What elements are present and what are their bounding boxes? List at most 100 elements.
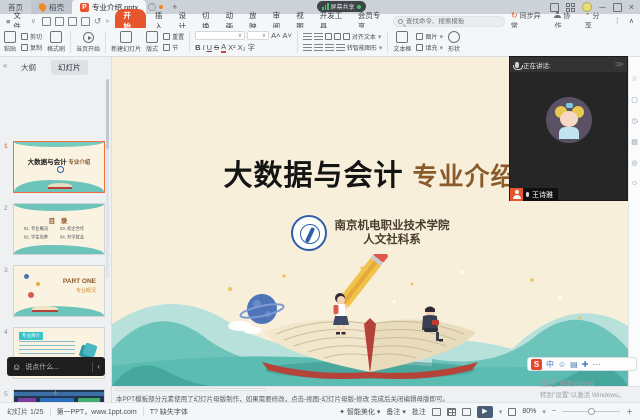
save-icon[interactable] — [42, 17, 51, 26]
shapes-button[interactable]: 形状 — [448, 31, 460, 53]
new-slide-button[interactable]: 新建幻灯片 — [111, 31, 141, 53]
ime-keyboard-icon[interactable]: ▤ — [570, 360, 578, 369]
fit-zoom-icon[interactable] — [508, 408, 516, 416]
tab-docer[interactable]: 稻壳 — [31, 0, 72, 14]
sidebar-doc-icon[interactable]: ▢ — [631, 96, 638, 104]
add-slide-button[interactable]: + — [0, 386, 111, 400]
textbox-button[interactable]: 文本框 — [393, 31, 411, 53]
smartart-button[interactable]: 转智能图形 — [347, 43, 377, 52]
reset-icon — [163, 33, 170, 40]
char-spacing-button[interactable]: 字 — [248, 42, 256, 53]
indent-decrease-icon[interactable] — [325, 33, 332, 40]
beautify-button[interactable]: ✦ 智能美化 ▾ — [339, 407, 380, 417]
export-icon[interactable] — [55, 17, 64, 26]
align-right-icon[interactable] — [325, 44, 334, 52]
sidebar-smiley-icon[interactable]: ☺ — [631, 180, 638, 187]
fill-button[interactable]: 填充▾ — [416, 43, 443, 52]
ime-toolbar[interactable]: S 中 ☺ ▤ ✚ ⋯ — [527, 357, 637, 371]
ime-toolbox-icon[interactable]: ✚ — [582, 360, 589, 369]
sidebar-bulb-icon[interactable]: ◎ — [631, 159, 637, 167]
ime-emoji-icon[interactable]: ☺ — [558, 360, 566, 369]
sidebar-card-icon[interactable]: ▤ — [631, 138, 638, 146]
picture-button[interactable]: 图片▾ — [416, 32, 443, 41]
slide-number: 2 — [4, 205, 8, 212]
meeting-video-tile[interactable]: 王诗雅 — [510, 72, 627, 201]
fold-chevrons-icon[interactable]: ≫ — [615, 59, 622, 70]
paste-button[interactable]: 粘贴 — [4, 31, 16, 53]
thumb-wave — [14, 204, 104, 211]
zoom-slider[interactable] — [562, 411, 620, 413]
sidebar-clock-icon[interactable]: ◷ — [631, 117, 637, 125]
layout-button[interactable]: 版式 — [146, 31, 158, 53]
section-button[interactable]: 节 — [163, 43, 184, 52]
tab-slides[interactable]: 幻灯片 — [51, 60, 88, 75]
ime-language-toggle[interactable]: 中 — [546, 359, 554, 370]
participant-avatar — [546, 97, 592, 143]
reset-button[interactable]: 重置 — [163, 32, 184, 41]
meeting-chat-bubble[interactable]: ☺ 说点什么... ‹ — [7, 357, 105, 376]
ime-logo-icon[interactable]: S — [531, 359, 542, 370]
zoom-in-button[interactable]: ＋ — [626, 407, 633, 417]
align-center-icon[interactable] — [314, 44, 323, 52]
preview-icon[interactable] — [81, 17, 90, 26]
cut-button[interactable]: 剪切 — [21, 32, 42, 41]
chat-collapse-icon[interactable]: ‹ — [97, 362, 100, 371]
slide-org-block[interactable]: 南京机电职业技术学院 人文社科系 — [112, 215, 628, 251]
format-painter-label: 格式刷 — [47, 44, 65, 53]
panel-scrollbar[interactable] — [106, 79, 109, 279]
play-slideshow-button[interactable]: ▶ — [477, 406, 493, 418]
search-input[interactable] — [406, 18, 500, 25]
print-icon[interactable] — [68, 17, 77, 26]
font-name-select[interactable]: ∨ — [195, 31, 245, 40]
font-color-button[interactable]: A — [221, 42, 226, 53]
textbox-label: 文本框 — [393, 44, 411, 53]
copy-button[interactable]: 复制 — [21, 43, 42, 52]
zoom-out-button[interactable]: − — [552, 408, 556, 415]
format-painter-button[interactable]: 格式刷 — [47, 31, 65, 53]
justify-icon[interactable] — [336, 44, 345, 52]
undo-icon[interactable]: ↺ — [94, 16, 102, 27]
sorter-view-icon[interactable] — [447, 408, 456, 416]
panel-collapse-icon[interactable]: « — [3, 61, 7, 70]
speaking-label: 正在讲话: — [523, 60, 551, 70]
slide-thumbnail-2[interactable]: 目 录 01. 专业概况03. 校企合作 02. 学生培养04. 升学就业 — [13, 203, 105, 255]
play-from-current-button[interactable]: 当页开始 — [76, 32, 100, 53]
italic-button[interactable]: I — [203, 43, 205, 52]
indent-increase-icon[interactable] — [334, 33, 341, 40]
tab-outline[interactable]: 大纲 — [14, 60, 43, 75]
missing-font-indicator[interactable]: T? 缺失字体 — [150, 407, 188, 417]
decrease-font-icon[interactable]: A˅ — [283, 31, 292, 40]
increase-font-icon[interactable]: A˄ — [271, 31, 280, 40]
slide-thumbnail-1[interactable]: 大数据与会计 专业介绍 — [13, 141, 105, 193]
horizontal-scrollbar[interactable] — [115, 388, 265, 391]
collapse-ribbon-icon[interactable]: ∧ — [629, 17, 634, 25]
underline-button[interactable]: U — [207, 43, 212, 52]
line-spacing-icon[interactable] — [343, 33, 350, 40]
zoom-slider-knob[interactable] — [588, 408, 595, 415]
chat-placeholder[interactable]: 说点什么... — [25, 362, 59, 372]
bullet-list-icon[interactable] — [303, 33, 312, 41]
emoji-icon[interactable]: ☺ — [12, 362, 21, 372]
zoom-level[interactable]: 80% — [522, 408, 536, 415]
superscript-button[interactable]: X² — [228, 43, 236, 52]
subscript-button[interactable]: X₂ — [238, 43, 246, 52]
sidebar-star-icon[interactable]: ☆ — [631, 75, 637, 83]
play-dropdown-icon[interactable]: ▾ — [499, 408, 503, 416]
command-search[interactable] — [393, 16, 505, 27]
align-text-button[interactable]: 对齐文本 — [352, 32, 376, 41]
more-menu-icon[interactable]: ⋮ — [614, 17, 621, 25]
slide-thumbnail-3[interactable]: PART ONE专业概况 — [13, 265, 105, 317]
normal-view-icon[interactable] — [432, 408, 441, 416]
notes-button[interactable]: 备注 ▾ — [386, 407, 405, 417]
ime-more-icon[interactable]: ⋯ — [592, 360, 600, 369]
quick-access-more[interactable]: » — [105, 18, 109, 25]
meeting-overlay[interactable]: 正在讲话: ≫ 王诗雅 — [509, 56, 628, 201]
bold-button[interactable]: B — [195, 43, 200, 52]
comments-button[interactable]: 批注 — [412, 407, 426, 417]
align-left-icon[interactable] — [303, 44, 312, 52]
reading-view-icon[interactable] — [462, 408, 471, 416]
zoom-dropdown-icon[interactable]: ▾ — [542, 408, 546, 416]
font-size-select[interactable]: ∨ — [247, 31, 269, 40]
numbered-list-icon[interactable] — [314, 33, 323, 41]
strikethrough-button[interactable]: S — [214, 43, 219, 52]
